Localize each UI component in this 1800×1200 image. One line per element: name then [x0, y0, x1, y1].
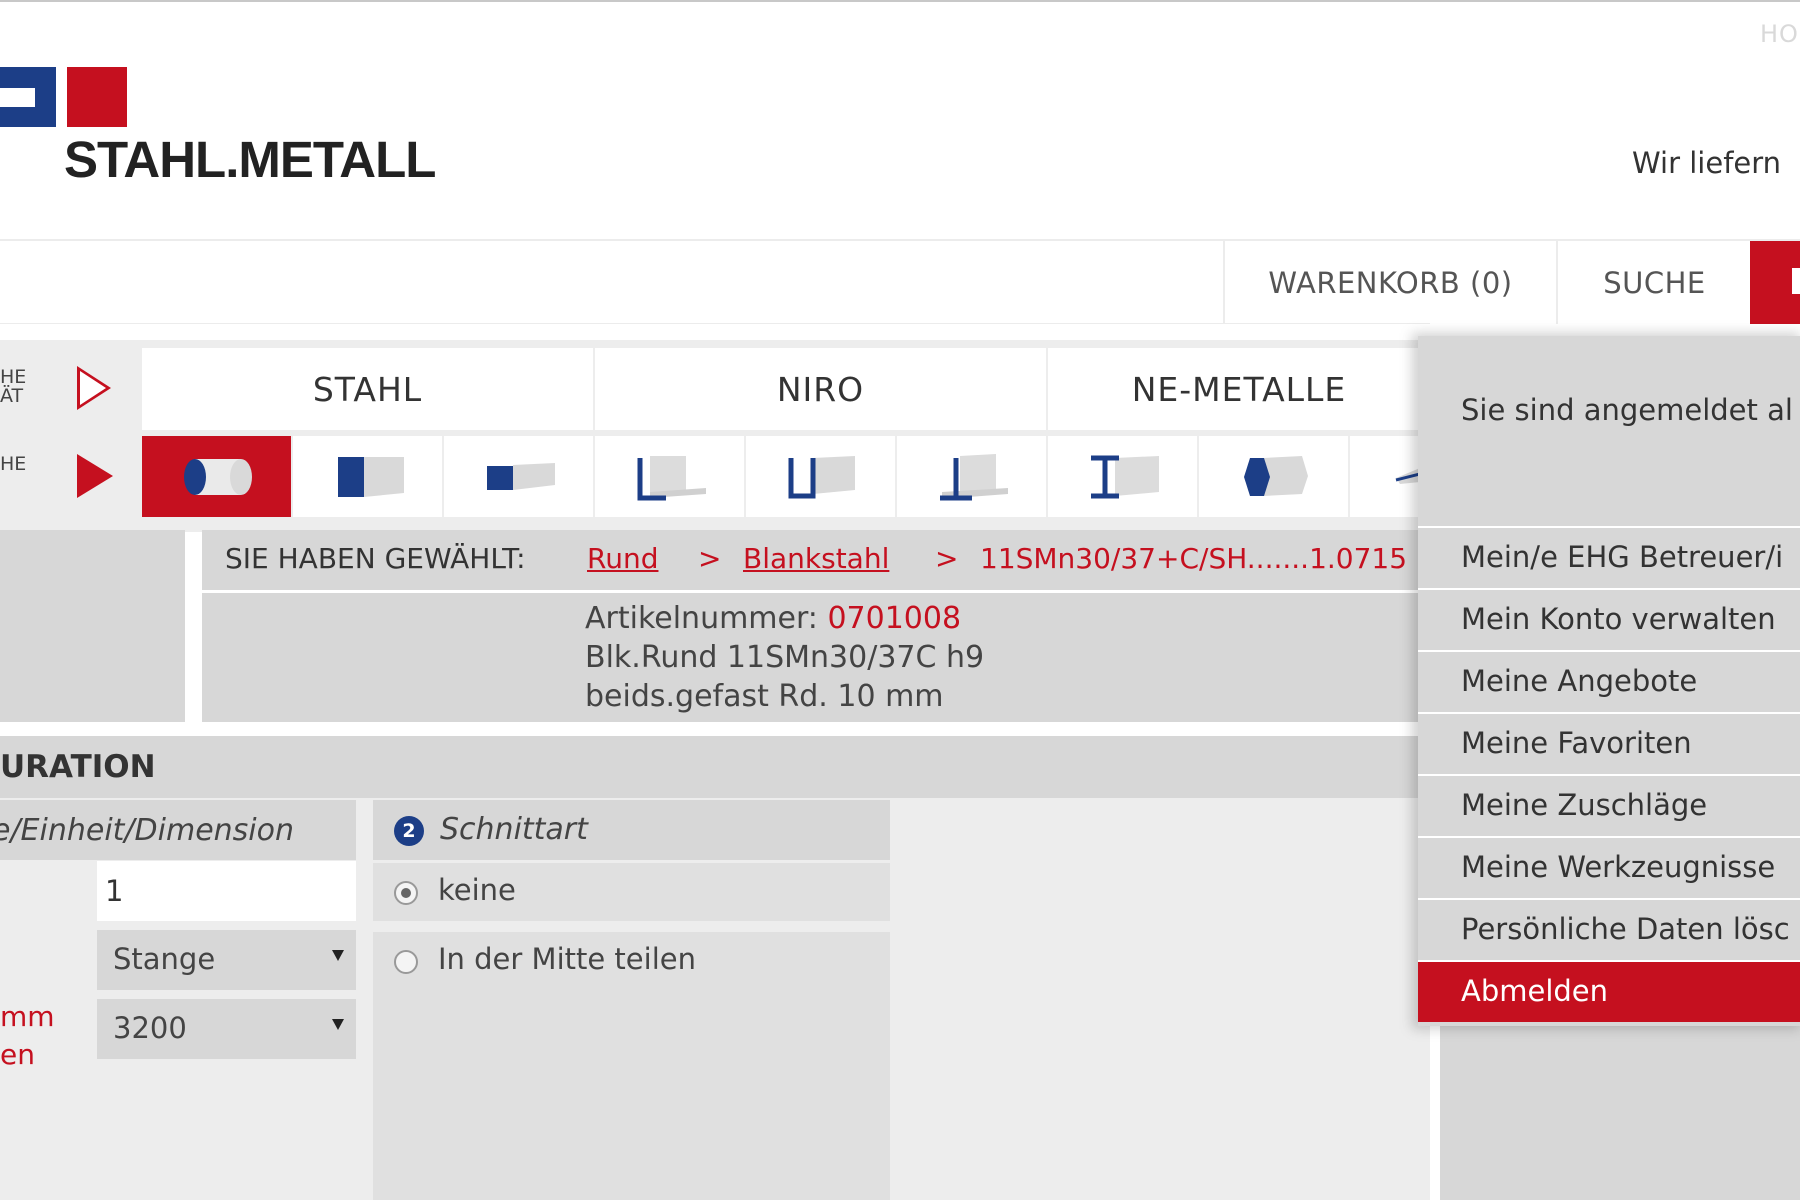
configuration-title: URATION [0, 749, 156, 785]
article-number: 0701008 [827, 601, 962, 636]
tab-ne-metalle[interactable]: NE-METALLE [1048, 348, 1430, 430]
breadcrumb-separator: > [698, 542, 722, 575]
logo-text[interactable]: STAHL.METALL [64, 130, 436, 189]
logout-label: Abmelden [1461, 974, 1609, 1008]
side-label-material: HE ÄT [0, 368, 40, 406]
square-bar-icon [337, 456, 404, 497]
length-select-value: 3200 [113, 1011, 187, 1045]
breadcrumb-link-blankstahl[interactable]: Blankstahl [743, 542, 889, 575]
menu-item-offers[interactable]: Meine Angebote [1418, 650, 1800, 712]
tab-niro[interactable]: NIRO [595, 348, 1046, 430]
breadcrumb-separator: > [935, 542, 959, 575]
slogan: Wir liefern [1632, 146, 1782, 180]
length-select[interactable]: 3200 [97, 999, 356, 1059]
cut-option-middle[interactable]: In der Mitte teilen [373, 932, 890, 990]
breadcrumb-link-rund[interactable]: Rund [587, 542, 658, 575]
cut-type-header: 2 Schnittart [373, 800, 890, 860]
nav-account-button[interactable] [1750, 241, 1800, 324]
menu-item-favorites[interactable]: Meine Favoriten [1418, 712, 1800, 774]
article-dimension: beids.gefast Rd. 10 mm [585, 679, 944, 714]
angle-profile-icon [637, 455, 706, 500]
shape-hexagon[interactable] [1199, 436, 1348, 517]
round-bar-icon [183, 458, 252, 495]
quantity-section-title: e/Einheit/Dimension [0, 813, 294, 848]
cut-type-panel [373, 990, 890, 1200]
length-note-line: mm [0, 1000, 55, 1033]
menu-item-advisor[interactable]: Mein/e EHG Betreuer/i [1418, 526, 1800, 588]
hexagon-bar-icon [1243, 455, 1308, 496]
chevron-down-icon [332, 950, 344, 961]
menu-item-surcharges[interactable]: Meine Zuschläge [1418, 774, 1800, 836]
chevron-down-icon [332, 1019, 344, 1030]
nav-cart-button[interactable]: WARENKORB (0) [1223, 241, 1556, 324]
quantity-section-header: e/Einheit/Dimension [0, 800, 356, 860]
u-channel-icon [788, 455, 855, 498]
shape-square[interactable] [293, 436, 442, 517]
menu-item-label: Meine Zuschläge [1461, 788, 1708, 822]
menu-item-delete-data[interactable]: Persönliche Daten lösc [1418, 898, 1800, 960]
quantity-input[interactable] [97, 861, 356, 921]
length-note: mm en [0, 998, 60, 1074]
side-label-line: HE [0, 455, 27, 474]
logged-in-info: Sie sind angemeldet al [1461, 393, 1793, 427]
step-number-badge: 2 [394, 816, 424, 846]
shape-angle[interactable] [595, 436, 744, 517]
menu-item-label: Meine Angebote [1461, 664, 1698, 698]
cut-type-title: Schnittart [440, 812, 588, 847]
shape-flat[interactable] [444, 436, 593, 517]
flat-bar-icon [486, 462, 555, 490]
configuration-header: URATION [0, 736, 1430, 798]
nav-search-button[interactable]: SUCHE [1556, 241, 1751, 324]
i-beam-icon [1090, 455, 1159, 498]
logout-button[interactable]: Abmelden [1418, 960, 1800, 1022]
radio-unselected[interactable] [394, 950, 418, 974]
menu-item-manage-account[interactable]: Mein Konto verwalten [1418, 588, 1800, 650]
play-outline-icon[interactable] [77, 366, 111, 410]
unit-select[interactable]: Stange [97, 930, 356, 990]
sheet-icon [1395, 467, 1420, 484]
selection-label: SIE HABEN GEWÄHLT: [225, 542, 526, 575]
menu-item-label: Meine Werkzeugnisse [1461, 850, 1776, 884]
shape-t-profile[interactable] [897, 436, 1046, 517]
menu-item-label: Mein Konto verwalten [1461, 602, 1776, 636]
account-menu-icon [1792, 268, 1800, 294]
side-label-line: ÄT [0, 385, 24, 406]
breadcrumb-current-grade: 11SMn30/37+C/SH.......1.0715 [980, 542, 1408, 575]
length-note-line: en [0, 1038, 35, 1071]
logo-mark-red[interactable] [67, 67, 127, 127]
article-number-label: Artikelnummer: [585, 601, 828, 636]
article-info: Artikelnummer: 0701008 Blk.Rund 11SMn30/… [202, 593, 1430, 722]
shape-round[interactable] [142, 436, 291, 517]
tab-stahl[interactable]: STAHL [142, 348, 593, 430]
side-label-shape: HE [0, 455, 40, 474]
left-sidebar-panel [0, 530, 185, 722]
nav-bottom-divider [0, 323, 1430, 324]
play-solid-icon[interactable] [77, 454, 113, 498]
cut-option-none[interactable]: keine [373, 863, 890, 921]
top-rule [0, 0, 1800, 2]
cut-option-label: keine [438, 873, 516, 907]
article-number-line: Artikelnummer: 0701008 [585, 599, 984, 638]
shape-u-channel[interactable] [746, 436, 895, 517]
menu-item-label: Persönliche Daten lösc [1461, 912, 1790, 946]
article-description: Blk.Rund 11SMn30/37C h9 [585, 640, 985, 675]
menu-item-label: Mein/e EHG Betreuer/i [1461, 540, 1784, 574]
logo-mark-blue[interactable] [0, 67, 56, 127]
radio-selected[interactable] [394, 881, 418, 905]
account-dropdown: Sie sind angemeldet al Mein/e EHG Betreu… [1418, 336, 1800, 1026]
t-profile-icon [939, 453, 1008, 500]
shape-i-beam[interactable] [1048, 436, 1197, 517]
selection-breadcrumb: SIE HABEN GEWÄHLT: Rund > Blankstahl > 1… [202, 530, 1430, 590]
unit-select-value: Stange [113, 942, 216, 976]
menu-item-certificates[interactable]: Meine Werkzeugnisse [1418, 836, 1800, 898]
menu-item-label: Meine Favoriten [1461, 726, 1692, 760]
top-home-link[interactable]: HO [1760, 20, 1800, 48]
cut-option-label: In der Mitte teilen [438, 942, 696, 976]
